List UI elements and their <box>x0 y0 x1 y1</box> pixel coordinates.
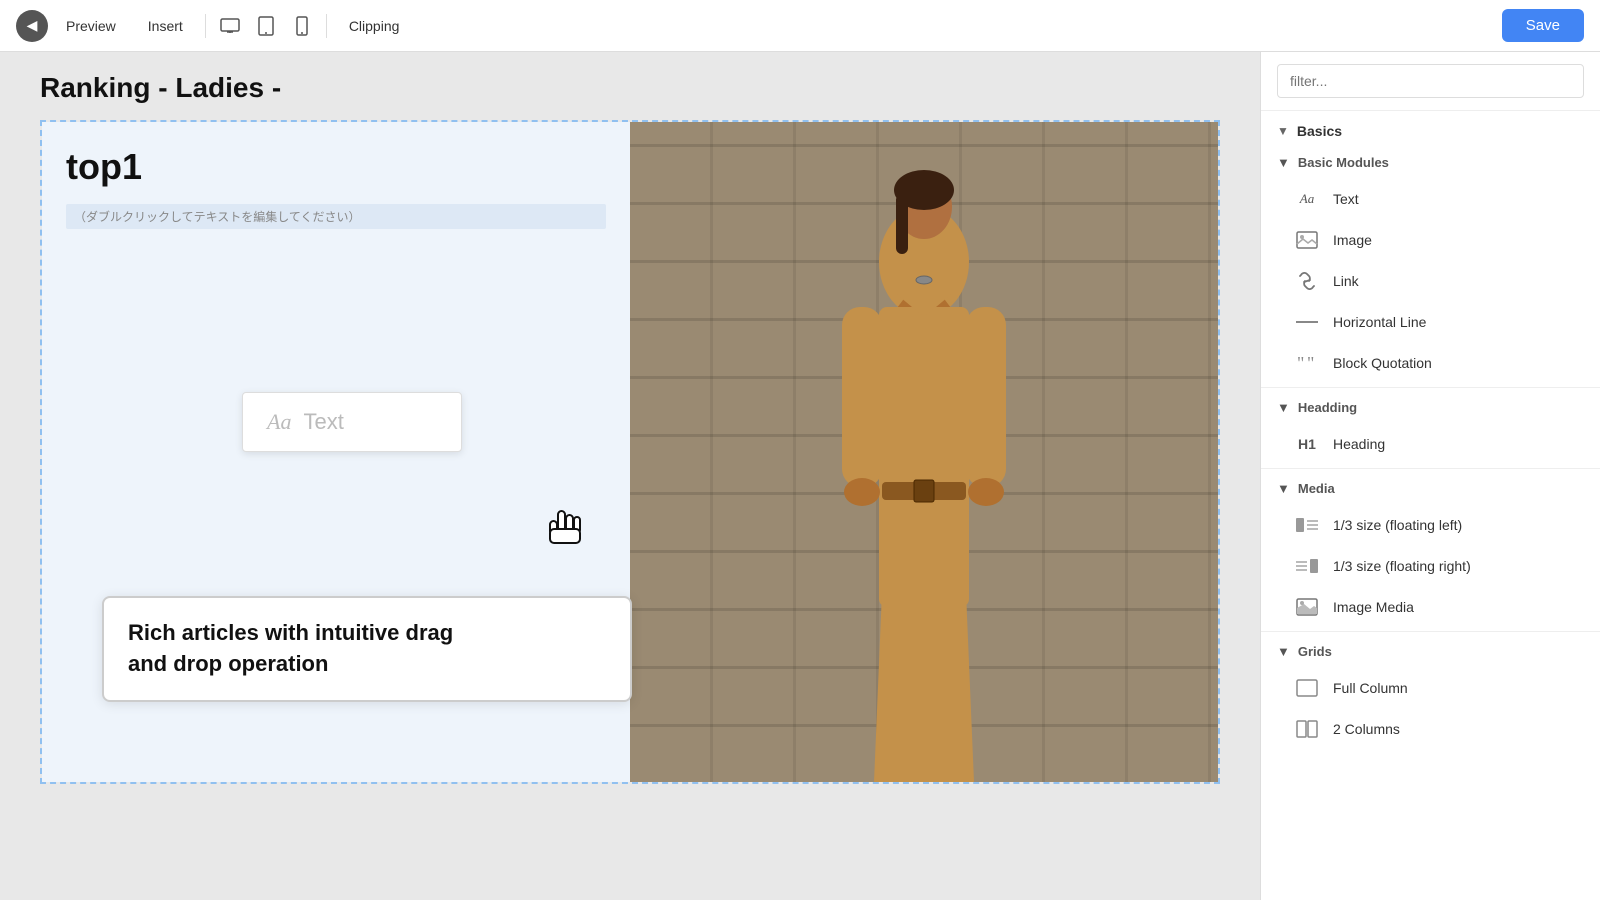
link-label: Link <box>1333 273 1359 289</box>
float-right-label: 1/3 size (floating right) <box>1333 558 1471 574</box>
top1-label: top1 <box>66 146 606 188</box>
sidebar-section-basics: ▼ Basics ▼ Basic Modules Aa Text <box>1261 111 1600 749</box>
float-right-icon <box>1295 557 1319 575</box>
image-label: Image <box>1333 232 1372 248</box>
h1-icon-container: H1 <box>1293 434 1321 454</box>
basics-header[interactable]: ▼ Basics <box>1261 111 1600 147</box>
article-block[interactable]: top1 （ダブルクリックしてテキストを編集してください） Aa Text <box>40 120 1220 784</box>
mobile-view-button[interactable] <box>286 10 318 42</box>
sidebar-item-heading[interactable]: H1 Heading <box>1269 424 1592 464</box>
2col-icon <box>1296 720 1318 738</box>
sidebar-item-block-quotation[interactable]: " " Block Quotation <box>1269 343 1592 383</box>
divider-1 <box>1261 387 1600 388</box>
tooltip-box: Rich articles with intuitive dragand dro… <box>102 596 632 702</box>
sidebar-item-link[interactable]: Link <box>1269 261 1592 301</box>
full-col-icon-container <box>1293 678 1321 698</box>
image-media-icon-container <box>1293 597 1321 617</box>
sidebar-item-2-columns[interactable]: 2 Columns <box>1269 709 1592 749</box>
media-chevron: ▼ <box>1277 481 1290 496</box>
full-column-label: Full Column <box>1333 680 1408 696</box>
clipping-button[interactable]: Clipping <box>335 12 414 40</box>
headding-label: Headding <box>1298 400 1357 415</box>
hrule-icon-container <box>1293 312 1321 332</box>
quote-icon: " " <box>1296 354 1318 372</box>
sidebar-item-float-right[interactable]: 1/3 size (floating right) <box>1269 546 1592 586</box>
drag-ghost-aa: Aa <box>267 409 291 435</box>
person-svg <box>774 122 1074 782</box>
toolbar-divider-1 <box>205 14 206 38</box>
canvas-area[interactable]: Ranking - Ladies - top1 （ダブルクリックしてテキストを編… <box>0 52 1260 900</box>
main-layout: Ranking - Ladies - top1 （ダブルクリックしてテキストを編… <box>0 52 1600 900</box>
insert-button[interactable]: Insert <box>134 12 197 40</box>
sidebar-item-full-column[interactable]: Full Column <box>1269 668 1592 708</box>
2-columns-label: 2 Columns <box>1333 721 1400 737</box>
edit-hint: （ダブルクリックしてテキストを編集してください） <box>66 204 606 229</box>
headding-chevron: ▼ <box>1277 400 1290 415</box>
basic-modules-label: Basic Modules <box>1298 155 1389 170</box>
basic-modules-header[interactable]: ▼ Basic Modules <box>1261 147 1600 178</box>
text-label: Text <box>1333 191 1359 207</box>
float-left-icon <box>1295 516 1319 534</box>
drag-ghost-text: Text <box>303 409 343 435</box>
tablet-icon <box>258 16 274 36</box>
sidebar: ▼ Basics ▼ Basic Modules Aa Text <box>1260 52 1600 900</box>
image-icon-container <box>1293 230 1321 250</box>
full-col-icon <box>1296 679 1318 697</box>
heading-label: Heading <box>1333 436 1385 452</box>
divider-2 <box>1261 468 1600 469</box>
image-media-icon <box>1296 598 1318 616</box>
grids-chevron: ▼ <box>1277 644 1290 659</box>
link-icon-container <box>1293 271 1321 291</box>
float-left-icon-container <box>1293 515 1321 535</box>
headding-header[interactable]: ▼ Headding <box>1261 392 1600 423</box>
drag-ghost-card: Aa Text <box>242 392 462 452</box>
float-left-label: 1/3 size (floating left) <box>1333 517 1462 533</box>
page-title: Ranking - Ladies - <box>40 72 1220 104</box>
filter-input[interactable] <box>1277 64 1584 98</box>
svg-text:": " <box>1307 354 1314 372</box>
save-button[interactable]: Save <box>1502 9 1584 42</box>
text-icon-container: Aa <box>1293 189 1321 209</box>
tooltip-text: Rich articles with intuitive dragand dro… <box>128 618 606 680</box>
2col-icon-container <box>1293 719 1321 739</box>
divider-3 <box>1261 631 1600 632</box>
horizontal-line-label: Horizontal Line <box>1333 314 1426 330</box>
hrule-icon <box>1296 321 1318 323</box>
block-quotation-label: Block Quotation <box>1333 355 1432 371</box>
toolbar-divider-2 <box>326 14 327 38</box>
basic-modules-chevron: ▼ <box>1277 155 1290 170</box>
back-button[interactable]: ◀ <box>16 10 48 42</box>
sidebar-item-image-media[interactable]: Image Media <box>1269 587 1592 627</box>
sidebar-item-image[interactable]: Image <box>1269 220 1592 260</box>
h1-icon: H1 <box>1298 436 1316 452</box>
desktop-view-button[interactable] <box>214 10 246 42</box>
cursor-icon <box>542 507 586 560</box>
link-icon <box>1296 272 1318 290</box>
sidebar-item-horizontal-line[interactable]: Horizontal Line <box>1269 302 1592 342</box>
grids-header[interactable]: ▼ Grids <box>1261 636 1600 667</box>
image-icon <box>1296 231 1318 249</box>
float-right-icon-container <box>1293 556 1321 576</box>
mobile-icon <box>296 16 308 36</box>
tablet-view-button[interactable] <box>250 10 282 42</box>
sidebar-item-float-left[interactable]: 1/3 size (floating left) <box>1269 505 1592 545</box>
back-icon: ◀ <box>27 17 38 34</box>
image-media-label: Image Media <box>1333 599 1414 615</box>
sidebar-filter <box>1261 52 1600 111</box>
desktop-icon <box>220 18 240 34</box>
svg-text:": " <box>1297 354 1304 372</box>
toolbar: ◀ Preview Insert Clipping Save <box>0 0 1600 52</box>
preview-button[interactable]: Preview <box>52 12 130 40</box>
quote-icon-container: " " <box>1293 353 1321 373</box>
sidebar-item-text[interactable]: Aa Text <box>1269 179 1592 219</box>
basics-label: Basics <box>1297 123 1342 139</box>
right-panel <box>630 122 1218 782</box>
media-header[interactable]: ▼ Media <box>1261 473 1600 504</box>
background-image <box>630 122 1218 782</box>
basics-chevron: ▼ <box>1277 124 1289 138</box>
media-label: Media <box>1298 481 1335 496</box>
text-icon: Aa <box>1300 191 1314 207</box>
grids-label: Grids <box>1298 644 1332 659</box>
